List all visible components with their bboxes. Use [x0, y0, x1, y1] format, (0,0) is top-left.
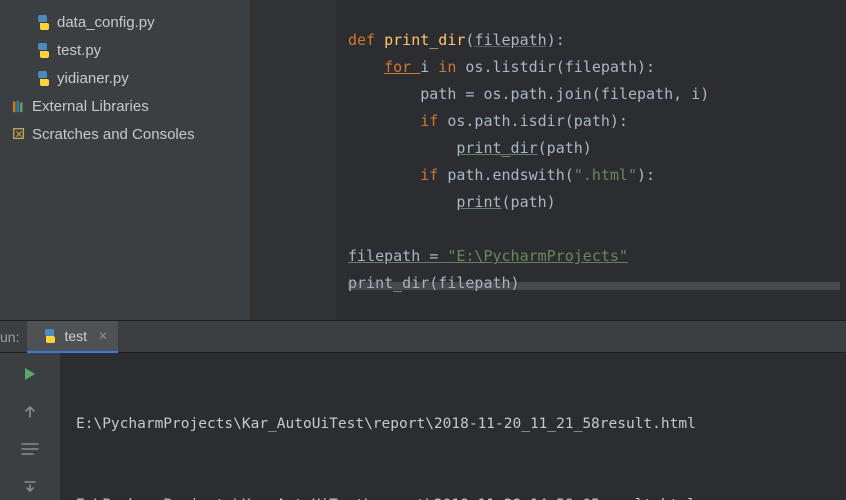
external-libs-label: External Libraries: [32, 98, 149, 115]
run-tool-label: un:: [0, 329, 27, 345]
code-line[interactable]: 129: [254, 216, 846, 243]
code-line[interactable]: 126 print_dir(path): [254, 135, 846, 162]
code-text[interactable]: print_dir(path): [336, 135, 592, 162]
code-text[interactable]: filepath = "E:\PycharmProjects": [336, 243, 628, 270]
run-toolbar: un: test ✕: [0, 320, 846, 352]
python-file-icon: [43, 329, 57, 343]
code-text[interactable]: if path.endswith(".html"):: [336, 162, 655, 189]
library-icon: [12, 99, 26, 113]
keyword: for: [384, 58, 420, 76]
close-icon[interactable]: ✕: [98, 329, 108, 343]
code-line[interactable]: 122 ⊖ def print_dir(filepath):: [254, 27, 846, 54]
code-text[interactable]: print(path): [336, 189, 556, 216]
external-libraries[interactable]: External Libraries: [0, 92, 250, 120]
scratches-label: Scratches and Consoles: [32, 126, 195, 143]
function-name: print_dir: [384, 31, 465, 49]
code-editor[interactable]: 121 122 ⊖ def print_dir(filepath): 123 ⊖…: [254, 0, 846, 320]
parameter: filepath: [474, 31, 546, 49]
python-file-icon: [36, 71, 51, 86]
code-line[interactable]: 123 ⊖ for i in os.listdir(filepath):: [254, 54, 846, 81]
output-line: E:\PycharmProjects\Kar_AutoUiTest\report…: [76, 492, 846, 500]
file-label: data_config.py: [57, 14, 155, 31]
python-file-icon: [36, 43, 51, 58]
tree-file[interactable]: data_config.py: [0, 8, 250, 36]
code-text[interactable]: path = os.path.join(filepath, i): [336, 81, 709, 108]
code-line[interactable]: 124 path = os.path.join(filepath, i): [254, 81, 846, 108]
file-label: yidianer.py: [57, 70, 129, 87]
code-text[interactable]: def print_dir(filepath):: [336, 27, 565, 54]
code-line[interactable]: 128 print(path): [254, 189, 846, 216]
scroll-to-end-button[interactable]: [16, 474, 44, 500]
scratches-icon: [12, 127, 26, 141]
python-file-icon: [36, 15, 51, 30]
soft-wrap-button[interactable]: [16, 437, 44, 463]
up-arrow-button[interactable]: [16, 399, 44, 425]
run-tab-label: test: [64, 328, 87, 344]
output-line: E:\PycharmProjects\Kar_AutoUiTest\report…: [76, 411, 846, 438]
tree-file[interactable]: test.py: [0, 36, 250, 64]
scratches-consoles[interactable]: Scratches and Consoles: [0, 120, 250, 148]
code-text[interactable]: if os.path.isdir(path):: [336, 108, 628, 135]
keyword: def: [348, 31, 384, 49]
run-tab[interactable]: test ✕: [27, 321, 118, 353]
horizontal-scrollbar[interactable]: [348, 282, 840, 290]
play-icon: [25, 368, 35, 380]
rerun-button[interactable]: [16, 361, 44, 387]
run-gutter: [0, 353, 60, 500]
code-line[interactable]: 130 filepath = "E:\PycharmProjects": [254, 243, 846, 270]
code-text[interactable]: for i in os.listdir(filepath):: [336, 54, 655, 81]
project-tree[interactable]: data_config.py test.py yidianer.py Exter…: [0, 0, 250, 320]
code-line[interactable]: 127 ⊖ if path.endswith(".html"):: [254, 162, 846, 189]
file-label: test.py: [57, 42, 101, 59]
gutter: [254, 0, 336, 320]
code-line[interactable]: 125 ⊖ if os.path.isdir(path):: [254, 108, 846, 135]
run-output[interactable]: E:\PycharmProjects\Kar_AutoUiTest\report…: [60, 353, 846, 500]
code-line[interactable]: 121: [254, 0, 846, 27]
tree-file[interactable]: yidianer.py: [0, 64, 250, 92]
